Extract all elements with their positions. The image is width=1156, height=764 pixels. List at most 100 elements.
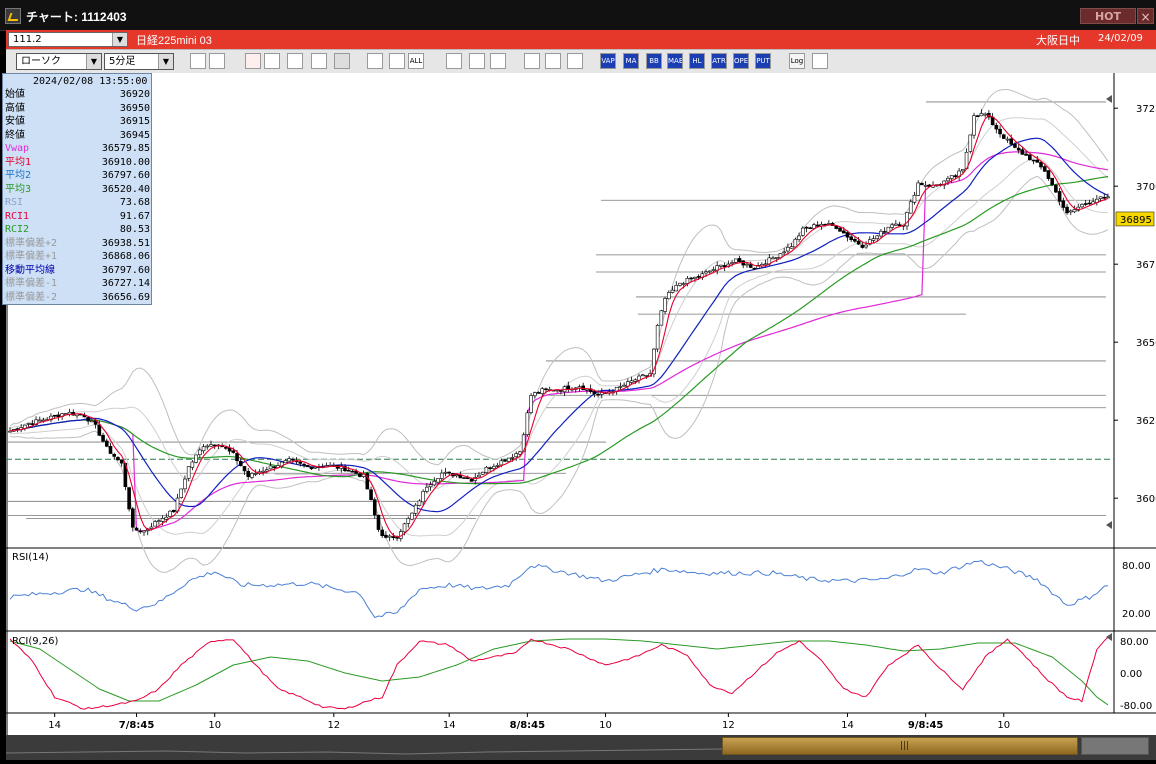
candle-body	[164, 516, 169, 520]
info-row: 安値 36915	[5, 115, 150, 128]
candle-body	[287, 458, 291, 462]
candle-body	[752, 267, 757, 270]
time-tick-label: 14	[841, 720, 854, 731]
candle-body	[1098, 196, 1103, 199]
toolbar-table-icon[interactable]	[311, 53, 327, 69]
candle-body	[841, 230, 846, 234]
candle-body	[618, 386, 623, 388]
toolbar-candles-icon[interactable]	[245, 53, 261, 69]
info-label: Vwap	[5, 143, 30, 154]
toolbar-layout-icon[interactable]	[209, 53, 225, 69]
candle-body	[56, 414, 61, 418]
chart-type-select[interactable]: ローソク ▼	[16, 53, 102, 70]
candle-body	[655, 325, 660, 350]
toolbar-hl-button[interactable]: HL	[689, 53, 705, 69]
toolbar-vap-button[interactable]: VAP	[600, 53, 616, 69]
toolbar-search-icon[interactable]	[190, 53, 206, 69]
chevron-down-icon[interactable]: ▼	[86, 54, 101, 69]
candle-body	[745, 263, 749, 266]
toolbar-cursor-icon[interactable]	[469, 53, 485, 69]
candle-body	[171, 509, 176, 513]
chart-area[interactable]: 36000 36250 36500 36750 37000 37250 36895 RSI(1…	[6, 73, 1156, 735]
candle-body	[309, 466, 314, 470]
info-value: 91.67	[119, 210, 150, 222]
toolbar-sma-icon[interactable]	[367, 53, 383, 69]
rsi-tick-label: 80.00	[1122, 561, 1151, 572]
candle-body	[640, 374, 645, 377]
toolbar-arrow-icon[interactable]	[490, 53, 506, 69]
candle-body	[853, 239, 857, 242]
app-logo-icon	[5, 8, 21, 24]
toolbar-ma-button[interactable]: MA	[623, 53, 639, 69]
hot-button[interactable]: HOT	[1080, 8, 1136, 24]
candle-body	[246, 470, 251, 477]
candle-body	[882, 231, 887, 233]
candle-body	[800, 227, 805, 236]
toolbar-draw-icon[interactable]	[524, 53, 540, 69]
candle-body	[480, 471, 485, 475]
info-label: 安値	[5, 116, 25, 127]
toolbar-zoom-icon[interactable]	[264, 53, 280, 69]
info-value: 36938.51	[101, 237, 150, 249]
candle-body	[499, 460, 504, 466]
chevron-down-icon[interactable]: ▼	[158, 54, 173, 69]
candle-body	[1035, 159, 1040, 163]
toolbar-all-icon[interactable]: ALL	[408, 53, 424, 69]
candle-body	[138, 530, 143, 533]
candle-body	[804, 226, 809, 229]
candle-body	[666, 292, 671, 300]
symbol-code-input[interactable]: 111.2 ▼	[8, 32, 128, 47]
candle-body	[678, 282, 682, 286]
candle-body	[410, 512, 414, 520]
candle-body	[1054, 184, 1058, 193]
toolbar-color-icon[interactable]	[567, 53, 583, 69]
scroll-right-area[interactable]	[1081, 737, 1149, 755]
candle-body	[1106, 196, 1110, 199]
info-value: 73.68	[119, 197, 150, 208]
info-value: 36915	[119, 116, 150, 127]
toolbar-print-icon[interactable]	[812, 53, 828, 69]
candle-body	[469, 478, 474, 482]
toolbar-pvt-button[interactable]: PUT	[755, 53, 771, 69]
chart-svg[interactable]: 36000 36250 36500 36750 37000 37250 36895 RSI(1…	[6, 73, 1156, 735]
candle-body	[808, 227, 813, 230]
candle-body	[305, 465, 310, 468]
toolbar-bb-button[interactable]: BB	[646, 53, 662, 69]
candle-body	[1102, 196, 1107, 199]
candle-body	[198, 449, 202, 456]
toolbar-volume-icon[interactable]	[287, 53, 303, 69]
toolbar-atr-button[interactable]: ATR	[711, 53, 727, 69]
candle-body	[1042, 166, 1047, 172]
toolbar-gray-icon[interactable]	[334, 53, 350, 69]
candle-body	[1028, 154, 1032, 161]
toolbar-log-button[interactable]: Log	[789, 53, 805, 69]
close-icon[interactable]: ×	[1137, 8, 1154, 24]
toolbar-pen-icon[interactable]	[446, 53, 462, 69]
toolbar-step-icon[interactable]	[389, 53, 405, 69]
candle-body	[733, 258, 738, 263]
toolbar-paint-icon[interactable]	[545, 53, 561, 69]
candle-body	[782, 251, 786, 254]
window-title: チャート: 1112403	[26, 10, 127, 24]
candle-body	[1046, 170, 1051, 179]
info-label: RSI	[5, 197, 24, 208]
candle-body	[596, 393, 600, 396]
toolbar-top-button[interactable]: OPEN	[733, 53, 749, 69]
interval-select[interactable]: 5分足 ▼	[104, 53, 174, 70]
info-value: 36797.60	[101, 170, 150, 181]
candle-body	[454, 474, 459, 477]
candle-body	[268, 465, 273, 470]
candle-body	[503, 459, 507, 462]
chevron-down-icon[interactable]: ▼	[112, 33, 127, 46]
candle-body	[157, 520, 161, 522]
candle-body	[908, 201, 913, 214]
info-row: 始値 36920	[5, 88, 150, 101]
info-value: 36868.06	[101, 251, 150, 262]
candle-body	[529, 395, 533, 413]
candle-body	[968, 134, 973, 152]
candle-body	[439, 472, 444, 479]
candle-body	[484, 466, 489, 473]
info-label: 標準偏差-2	[5, 291, 58, 303]
info-row: 平均3 36520.40	[5, 183, 150, 196]
toolbar-mae-button[interactable]: MAE	[667, 53, 683, 69]
